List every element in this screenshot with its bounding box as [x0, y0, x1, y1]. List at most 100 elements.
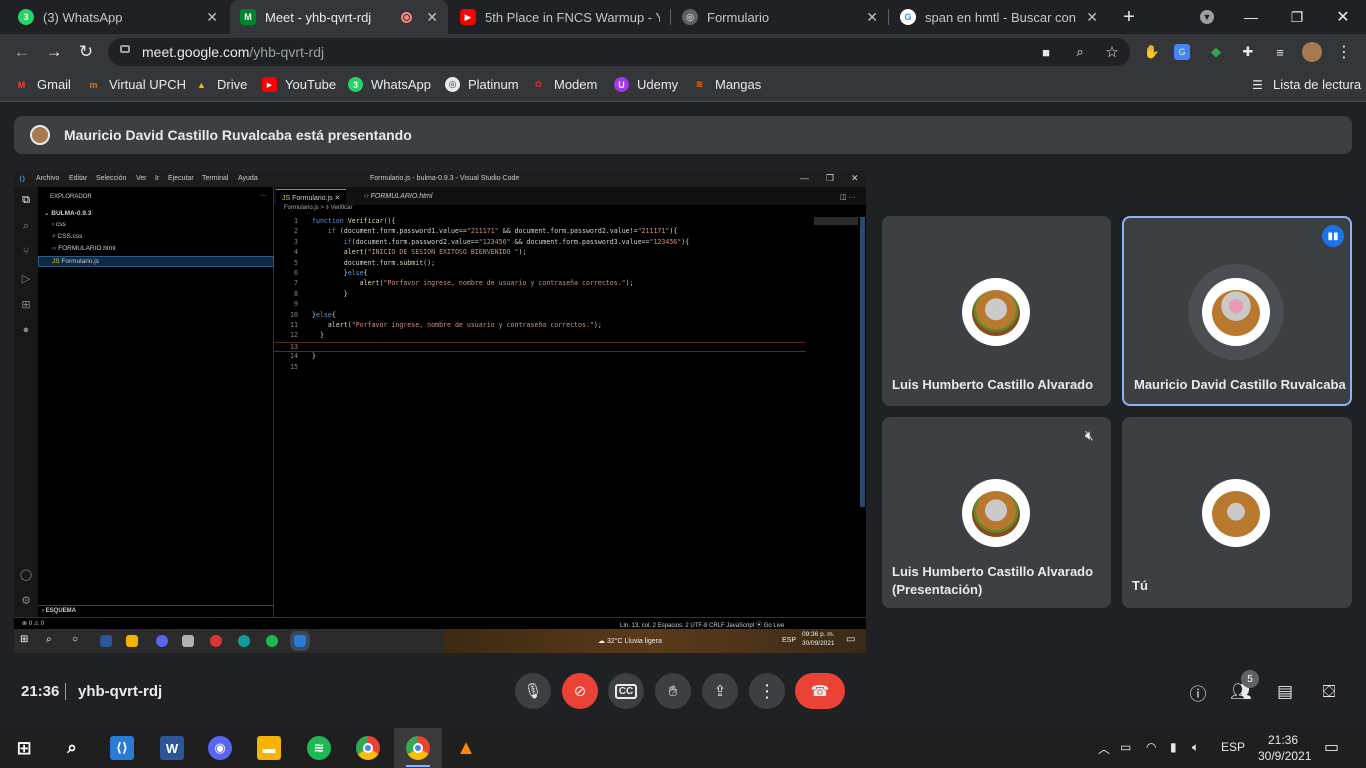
line-number: 11 — [290, 321, 298, 329]
notifications-icon[interactable]: ▭ — [1324, 737, 1339, 757]
discord-icon[interactable]: ◉ — [208, 736, 232, 760]
captions-button[interactable]: CC — [608, 673, 644, 709]
tab-google-search[interactable]: G span en hmtl - Buscar con Go ✕ — [890, 0, 1108, 34]
task-view-icon: ○ — [72, 634, 79, 645]
bookmark-mangas[interactable]: ≋ Mangas — [692, 77, 762, 92]
code-text: alert("Porfavor ingrese, nombre de usuar… — [327, 321, 602, 329]
participant-tile[interactable]: 🔇︎ Luis Humberto Castillo Alvarado (Pres… — [882, 417, 1111, 608]
windows-start-icon[interactable]: ⊞ — [12, 736, 36, 760]
media-control-icon[interactable]: ≡ — [1270, 42, 1290, 62]
line-number: 15 — [290, 362, 298, 371]
tab-title: Meet - yhb-qvrt-rdj — [265, 9, 372, 25]
camera-icon[interactable]: ■ — [1036, 42, 1056, 62]
spotify-icon[interactable]: ≋ — [307, 736, 331, 760]
bookmark-virtual-upch[interactable]: m Virtual UPCH — [86, 77, 186, 92]
close-tab-icon[interactable]: ✕ — [1086, 9, 1098, 26]
back-button[interactable]: ← — [12, 42, 32, 62]
menu-dots-icon[interactable]: ⋮ — [1334, 42, 1354, 62]
language-indicator[interactable]: ESP — [1221, 740, 1245, 754]
vlc-icon[interactable]: ▲ — [454, 736, 478, 760]
file-explorer-icon[interactable]: ▬ — [257, 736, 281, 760]
tab-meet[interactable]: M Meet - yhb-qvrt-rdj ✕ — [230, 0, 448, 34]
line-number: 12 — [290, 331, 298, 340]
bookmark-youtube[interactable]: ▶ YouTube — [262, 77, 336, 92]
activities-button[interactable]: ⛋ — [1317, 680, 1341, 704]
more-options-button[interactable]: ⋮ — [749, 673, 785, 709]
chat-button[interactable]: ▤ — [1273, 680, 1297, 704]
shared-screen: ⟨⟩ Archivo Editar Selección Ver Ir Ejecu… — [14, 171, 866, 653]
close-tab-icon[interactable]: ✕ — [866, 9, 878, 26]
settings-gear-icon: ⚙ — [21, 594, 31, 607]
hand-icon: ✋︎ — [668, 682, 678, 700]
extension-icon[interactable]: ◆ — [1206, 42, 1226, 62]
chrome-profile-icon[interactable] — [406, 736, 430, 767]
vscode-explorer: EXPLORADOR ··· ⌄ BULMA-0.9.3 › css # CSS… — [38, 187, 274, 617]
wifi-icon[interactable]: ◠ — [1146, 740, 1156, 754]
reload-button[interactable]: ↻ — [76, 42, 96, 62]
tab-search-icon[interactable]: ▼ — [1184, 0, 1230, 34]
reading-list-button[interactable]: ☰ Lista de lectura — [1250, 77, 1361, 92]
chevron-up-icon[interactable]: ︿ — [1098, 740, 1110, 757]
raise-hand-button[interactable]: ✋︎ — [655, 673, 691, 709]
tab-youtube[interactable]: ▶ 5th Place in FNCS Warmup - Y — [450, 0, 670, 34]
explorer-more-icon: ··· — [260, 192, 267, 199]
menu-terminal: Terminal — [202, 175, 229, 182]
extension-hand-icon[interactable]: ✋ — [1142, 42, 1162, 62]
word-icon[interactable]: W — [160, 736, 184, 760]
discord-icon — [156, 635, 168, 647]
folder-css: css — [55, 221, 66, 228]
battery-icon[interactable]: ▭ — [1120, 740, 1131, 754]
tab-title: span en hmtl - Buscar con Go — [925, 9, 1081, 25]
minimize-button[interactable]: — — [1228, 0, 1274, 34]
vscode-icon — [290, 631, 310, 651]
present-button[interactable]: ⇪ — [702, 673, 738, 709]
participant-tile-active[interactable]: ▮▮ Mauricio David Castillo Ruvalcaba — [1122, 216, 1352, 406]
close-tab-icon[interactable]: ✕ — [206, 9, 218, 26]
meet-icon: M — [240, 9, 256, 25]
tab-whatsapp[interactable]: 3 (3) WhatsApp ✕ — [8, 0, 228, 34]
leave-call-button[interactable]: ☎︎ — [795, 673, 845, 709]
line-number: 13 — [290, 342, 298, 351]
people-button[interactable]: 👥︎ 5 — [1229, 670, 1259, 704]
mic-button[interactable]: 🎙︎ — [515, 673, 551, 709]
restore-button[interactable]: ❐ — [1274, 0, 1320, 34]
app-icon — [210, 635, 222, 647]
forward-button[interactable]: → — [44, 42, 64, 62]
participant-tile[interactable]: Luis Humberto Castillo Alvarado — [882, 216, 1111, 406]
close-tab-icon[interactable]: ✕ — [426, 9, 438, 26]
self-tile[interactable]: Tú — [1122, 417, 1352, 608]
bookmark-star-icon[interactable]: ☆ — [1102, 42, 1122, 62]
chrome-icon[interactable] — [356, 736, 380, 760]
file-formulario-js: Formulario.js — [61, 258, 99, 265]
presenting-banner: Mauricio David Castillo Ruvalcaba está p… — [14, 116, 1352, 154]
microphone-icon[interactable]: ▮ — [1170, 740, 1177, 754]
extensions-puzzle-icon[interactable]: ✚ — [1238, 42, 1258, 62]
vscode-icon[interactable]: ⟨⟩ — [110, 736, 134, 760]
meeting-details-button[interactable]: ⓘ — [1186, 680, 1210, 704]
tab-formulario[interactable]: ◎ Formulario ✕ — [672, 0, 888, 34]
address-bar[interactable]: meet.google.com/yhb-qvrt-rdj ■ ⌕ ☆ — [108, 38, 1130, 66]
bookmark-whatsapp[interactable]: 3 WhatsApp — [348, 77, 431, 92]
huawei-icon: ✿ — [534, 79, 543, 89]
globe-icon: ◎ — [445, 77, 460, 92]
search-icon[interactable]: ⌕ — [60, 736, 84, 760]
profile-avatar[interactable] — [1302, 42, 1322, 62]
participant-name: Luis Humberto Castillo Alvarado — [892, 377, 1094, 392]
run-debug-icon: ▷ — [21, 272, 31, 285]
youtube-icon: ▶ — [460, 9, 476, 25]
volume-icon[interactable]: 🔈︎ — [1192, 740, 1199, 755]
bookmark-modem[interactable]: ✿ Modem — [531, 77, 598, 92]
bookmark-udemy[interactable]: U Udemy — [614, 77, 678, 92]
new-tab-button[interactable]: + — [1106, 0, 1152, 34]
line-number: 7 — [294, 279, 298, 288]
camera-off-button[interactable]: ⊘ — [562, 673, 598, 709]
bookmark-drive[interactable]: ▲ Drive — [194, 77, 247, 92]
app-icon — [126, 635, 138, 647]
close-window-button[interactable]: ✕ — [1320, 0, 1366, 34]
bookmark-gmail[interactable]: M Gmail — [14, 77, 71, 92]
zoom-icon[interactable]: ⌕ — [1070, 42, 1090, 62]
bookmark-platinum[interactable]: ◎ Platinum — [445, 77, 519, 92]
system-clock[interactable]: 21:36 30/9/2021 — [1258, 732, 1311, 764]
translate-icon[interactable]: G — [1174, 44, 1190, 60]
code-text: if(document.form.password2.value=="12345… — [343, 237, 690, 246]
